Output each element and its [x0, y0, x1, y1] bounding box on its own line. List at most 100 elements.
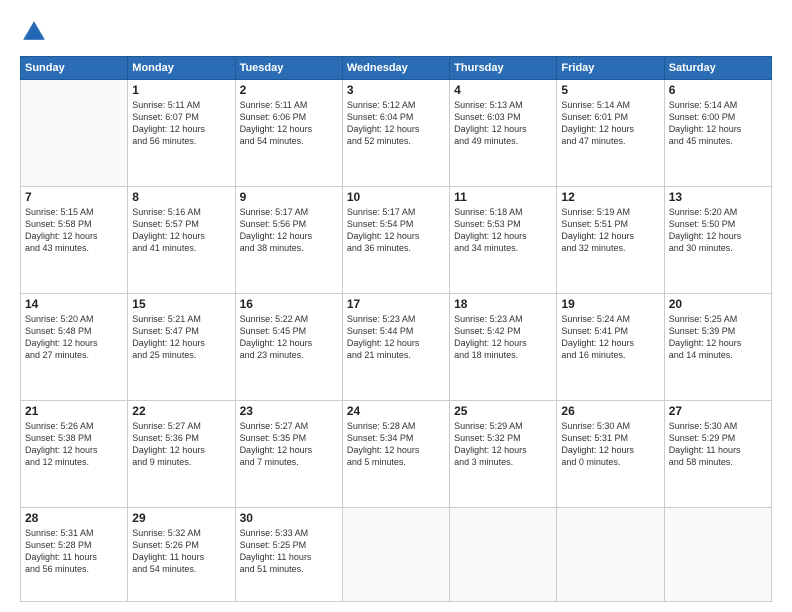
calendar-cell: 12Sunrise: 5:19 AM Sunset: 5:51 PM Dayli… [557, 186, 664, 293]
calendar-cell: 16 Sunrise: 5:22 AM Sunset: 5:45 PM Dayli… [235, 293, 342, 400]
day-info: Sunrise: 5:11 AM Sunset: 6:06 PM Dayligh… [240, 99, 338, 148]
day-info: Sunrise: 5:15 AM Sunset: 5:58 PM Dayligh… [25, 206, 123, 255]
day-info: Sunrise: 5:32 AM Sunset: 5:26 PM Dayligh… [132, 527, 230, 576]
day-info: Sunrise: 5:23 AM Sunset: 5:42 PM Dayligh… [454, 313, 552, 362]
day-info: Sunrise: 5:27 AM Sunset: 5:36 PM Dayligh… [132, 420, 230, 469]
calendar-cell: 5 Sunrise: 5:14 AM Sunset: 6:01 PM Daylig… [557, 80, 664, 187]
calendar-cell: 4Sunrise: 5:13 AM Sunset: 6:03 PM Daylig… [450, 80, 557, 187]
calendar-cell: 11 Sunrise: 5:18 AM Sunset: 5:53 PM Dayli… [450, 186, 557, 293]
calendar-cell: 6Sunrise: 5:14 AM Sunset: 6:00 PM Daylig… [664, 80, 771, 187]
day-info: Sunrise: 5:27 AM Sunset: 5:35 PM Dayligh… [240, 420, 338, 469]
calendar-cell: 19Sunrise: 5:24 AM Sunset: 5:41 PM Dayli… [557, 293, 664, 400]
day-number: 30 [240, 511, 338, 525]
day-number: 7 [25, 190, 123, 204]
calendar-header-friday: Friday [557, 57, 664, 80]
day-info: Sunrise: 5:17 AM Sunset: 5:56 PM Dayligh… [240, 206, 338, 255]
calendar-header-thursday: Thursday [450, 57, 557, 80]
calendar-cell: 8 Sunrise: 5:16 AM Sunset: 5:57 PM Daylig… [128, 186, 235, 293]
day-info: Sunrise: 5:26 AM Sunset: 5:38 PM Dayligh… [25, 420, 123, 469]
calendar-week-row: 1 Sunrise: 5:11 AM Sunset: 6:07 PM Daylig… [21, 80, 772, 187]
calendar-header-row: SundayMondayTuesdayWednesdayThursdayFrid… [21, 57, 772, 80]
header [20, 18, 772, 46]
day-number: 1 [132, 83, 230, 97]
page: SundayMondayTuesdayWednesdayThursdayFrid… [0, 0, 792, 612]
calendar-header-tuesday: Tuesday [235, 57, 342, 80]
day-number: 13 [669, 190, 767, 204]
calendar-header-saturday: Saturday [664, 57, 771, 80]
calendar-cell: 18 Sunrise: 5:23 AM Sunset: 5:42 PM Dayli… [450, 293, 557, 400]
calendar-cell: 20 Sunrise: 5:25 AM Sunset: 5:39 PM Dayli… [664, 293, 771, 400]
calendar-cell: 3 Sunrise: 5:12 AM Sunset: 6:04 PM Daylig… [342, 80, 449, 187]
day-info: Sunrise: 5:17 AM Sunset: 5:54 PM Dayligh… [347, 206, 445, 255]
day-info: Sunrise: 5:12 AM Sunset: 6:04 PM Dayligh… [347, 99, 445, 148]
calendar-cell [21, 80, 128, 187]
day-number: 16 [240, 297, 338, 311]
day-info: Sunrise: 5:25 AM Sunset: 5:39 PM Dayligh… [669, 313, 767, 362]
day-info: Sunrise: 5:18 AM Sunset: 5:53 PM Dayligh… [454, 206, 552, 255]
calendar-cell [557, 507, 664, 601]
day-number: 19 [561, 297, 659, 311]
calendar-header-monday: Monday [128, 57, 235, 80]
day-info: Sunrise: 5:16 AM Sunset: 5:57 PM Dayligh… [132, 206, 230, 255]
calendar-cell: 27 Sunrise: 5:30 AM Sunset: 5:29 PM Dayli… [664, 400, 771, 507]
day-number: 15 [132, 297, 230, 311]
calendar-cell: 25Sunrise: 5:29 AM Sunset: 5:32 PM Dayli… [450, 400, 557, 507]
day-info: Sunrise: 5:14 AM Sunset: 6:01 PM Dayligh… [561, 99, 659, 148]
calendar-cell: 2 Sunrise: 5:11 AM Sunset: 6:06 PM Daylig… [235, 80, 342, 187]
calendar-cell [342, 507, 449, 601]
calendar-cell [664, 507, 771, 601]
calendar-header-wednesday: Wednesday [342, 57, 449, 80]
day-info: Sunrise: 5:21 AM Sunset: 5:47 PM Dayligh… [132, 313, 230, 362]
day-number: 18 [454, 297, 552, 311]
day-info: Sunrise: 5:13 AM Sunset: 6:03 PM Dayligh… [454, 99, 552, 148]
calendar-week-row: 14Sunrise: 5:20 AM Sunset: 5:48 PM Dayli… [21, 293, 772, 400]
day-number: 28 [25, 511, 123, 525]
day-info: Sunrise: 5:30 AM Sunset: 5:29 PM Dayligh… [669, 420, 767, 469]
day-number: 23 [240, 404, 338, 418]
calendar-week-row: 7 Sunrise: 5:15 AM Sunset: 5:58 PM Daylig… [21, 186, 772, 293]
day-number: 21 [25, 404, 123, 418]
calendar-cell: 10 Sunrise: 5:17 AM Sunset: 5:54 PM Dayli… [342, 186, 449, 293]
day-info: Sunrise: 5:30 AM Sunset: 5:31 PM Dayligh… [561, 420, 659, 469]
day-number: 10 [347, 190, 445, 204]
day-number: 27 [669, 404, 767, 418]
day-number: 6 [669, 83, 767, 97]
day-number: 26 [561, 404, 659, 418]
calendar-cell: 26 Sunrise: 5:30 AM Sunset: 5:31 PM Dayli… [557, 400, 664, 507]
day-number: 2 [240, 83, 338, 97]
logo [20, 18, 52, 46]
calendar-cell: 23 Sunrise: 5:27 AM Sunset: 5:35 PM Dayli… [235, 400, 342, 507]
day-number: 22 [132, 404, 230, 418]
calendar-cell: 7 Sunrise: 5:15 AM Sunset: 5:58 PM Daylig… [21, 186, 128, 293]
day-number: 9 [240, 190, 338, 204]
day-number: 5 [561, 83, 659, 97]
day-number: 3 [347, 83, 445, 97]
day-info: Sunrise: 5:28 AM Sunset: 5:34 PM Dayligh… [347, 420, 445, 469]
calendar-cell: 22 Sunrise: 5:27 AM Sunset: 5:36 PM Dayli… [128, 400, 235, 507]
day-info: Sunrise: 5:20 AM Sunset: 5:50 PM Dayligh… [669, 206, 767, 255]
day-number: 17 [347, 297, 445, 311]
calendar-cell: 28 Sunrise: 5:31 AM Sunset: 5:28 PM Dayli… [21, 507, 128, 601]
calendar-cell: 24 Sunrise: 5:28 AM Sunset: 5:34 PM Dayli… [342, 400, 449, 507]
calendar-cell: 15 Sunrise: 5:21 AM Sunset: 5:47 PM Dayli… [128, 293, 235, 400]
calendar-week-row: 21 Sunrise: 5:26 AM Sunset: 5:38 PM Dayli… [21, 400, 772, 507]
calendar-cell: 9 Sunrise: 5:17 AM Sunset: 5:56 PM Daylig… [235, 186, 342, 293]
day-info: Sunrise: 5:19 AM Sunset: 5:51 PM Dayligh… [561, 206, 659, 255]
calendar-cell [450, 507, 557, 601]
calendar-cell: 21 Sunrise: 5:26 AM Sunset: 5:38 PM Dayli… [21, 400, 128, 507]
calendar-cell: 14Sunrise: 5:20 AM Sunset: 5:48 PM Dayli… [21, 293, 128, 400]
day-info: Sunrise: 5:31 AM Sunset: 5:28 PM Dayligh… [25, 527, 123, 576]
day-number: 8 [132, 190, 230, 204]
calendar-cell: 29Sunrise: 5:32 AM Sunset: 5:26 PM Dayli… [128, 507, 235, 601]
day-info: Sunrise: 5:11 AM Sunset: 6:07 PM Dayligh… [132, 99, 230, 148]
day-number: 24 [347, 404, 445, 418]
calendar-cell: 1 Sunrise: 5:11 AM Sunset: 6:07 PM Daylig… [128, 80, 235, 187]
logo-icon [20, 18, 48, 46]
day-info: Sunrise: 5:29 AM Sunset: 5:32 PM Dayligh… [454, 420, 552, 469]
day-info: Sunrise: 5:22 AM Sunset: 5:45 PM Dayligh… [240, 313, 338, 362]
day-number: 20 [669, 297, 767, 311]
calendar-table: SundayMondayTuesdayWednesdayThursdayFrid… [20, 56, 772, 602]
calendar-week-row: 28 Sunrise: 5:31 AM Sunset: 5:28 PM Dayli… [21, 507, 772, 601]
day-number: 11 [454, 190, 552, 204]
calendar-cell: 13 Sunrise: 5:20 AM Sunset: 5:50 PM Dayli… [664, 186, 771, 293]
